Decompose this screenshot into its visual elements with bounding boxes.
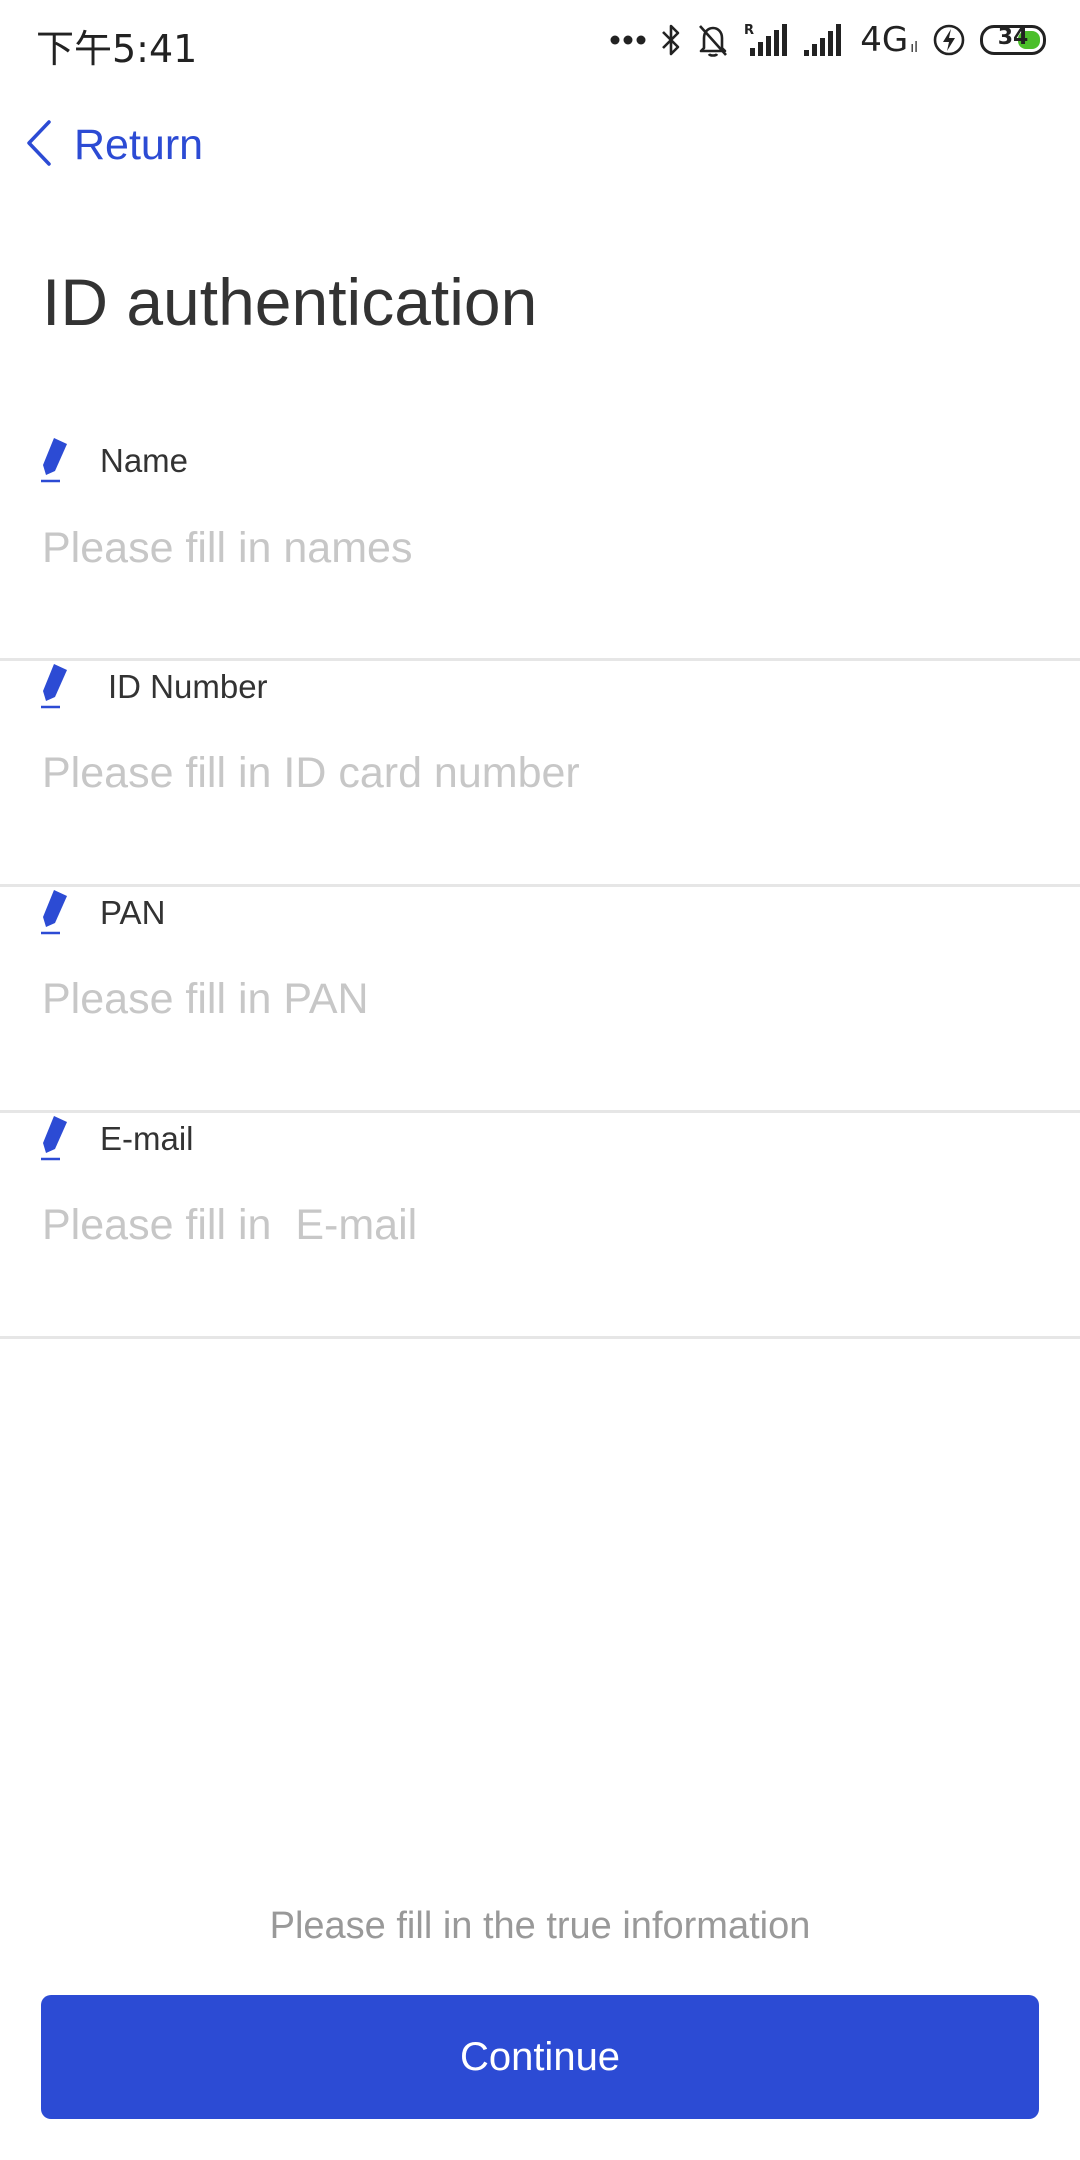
svg-text:R: R — [744, 23, 754, 38]
email-label: E-mail — [100, 1120, 194, 1157]
pencil-icon — [40, 887, 74, 940]
id-number-input[interactable] — [42, 738, 1022, 808]
field-label-row: Name — [40, 435, 188, 487]
pan-label: PAN — [100, 894, 166, 931]
battery-icon: 34 — [980, 25, 1046, 55]
status-bar: 下午5:41 R 4G ıl 34 — [0, 0, 1080, 80]
pencil-icon — [40, 661, 74, 714]
bluetooth-icon — [660, 22, 682, 58]
id-number-field: ID Number — [0, 661, 1080, 887]
chevron-left-icon — [24, 119, 54, 172]
email-field: E-mail — [0, 1113, 1080, 1339]
field-label-row: PAN — [40, 887, 165, 939]
name-input[interactable] — [42, 513, 1022, 583]
pan-input[interactable] — [42, 964, 1022, 1034]
name-field: Name — [0, 435, 1080, 661]
id-number-label: ID Number — [108, 668, 268, 705]
continue-button[interactable]: Continue — [41, 1995, 1039, 2119]
status-time: 下午5:41 — [36, 27, 198, 71]
return-button[interactable]: Return — [24, 115, 203, 175]
field-label-row: E-mail — [40, 1113, 194, 1165]
signal-roaming-icon: R — [744, 22, 788, 58]
field-label-row: ID Number — [40, 661, 268, 713]
email-input[interactable] — [42, 1190, 1022, 1260]
name-label: Name — [100, 442, 189, 479]
return-label: Return — [74, 120, 204, 169]
charging-icon — [932, 23, 966, 57]
page-title: ID authentication — [42, 265, 538, 339]
bell-muted-icon — [696, 22, 730, 58]
pan-field: PAN — [0, 887, 1080, 1113]
status-icons: R 4G ıl 34 — [610, 20, 1046, 60]
pencil-icon — [40, 435, 74, 488]
pencil-icon — [40, 1113, 74, 1166]
signal-icon — [802, 22, 846, 58]
network-type: 4G ıl — [860, 20, 918, 60]
true-information-hint: Please fill in the true information — [269, 1905, 811, 1947]
more-dots-icon — [610, 34, 646, 46]
